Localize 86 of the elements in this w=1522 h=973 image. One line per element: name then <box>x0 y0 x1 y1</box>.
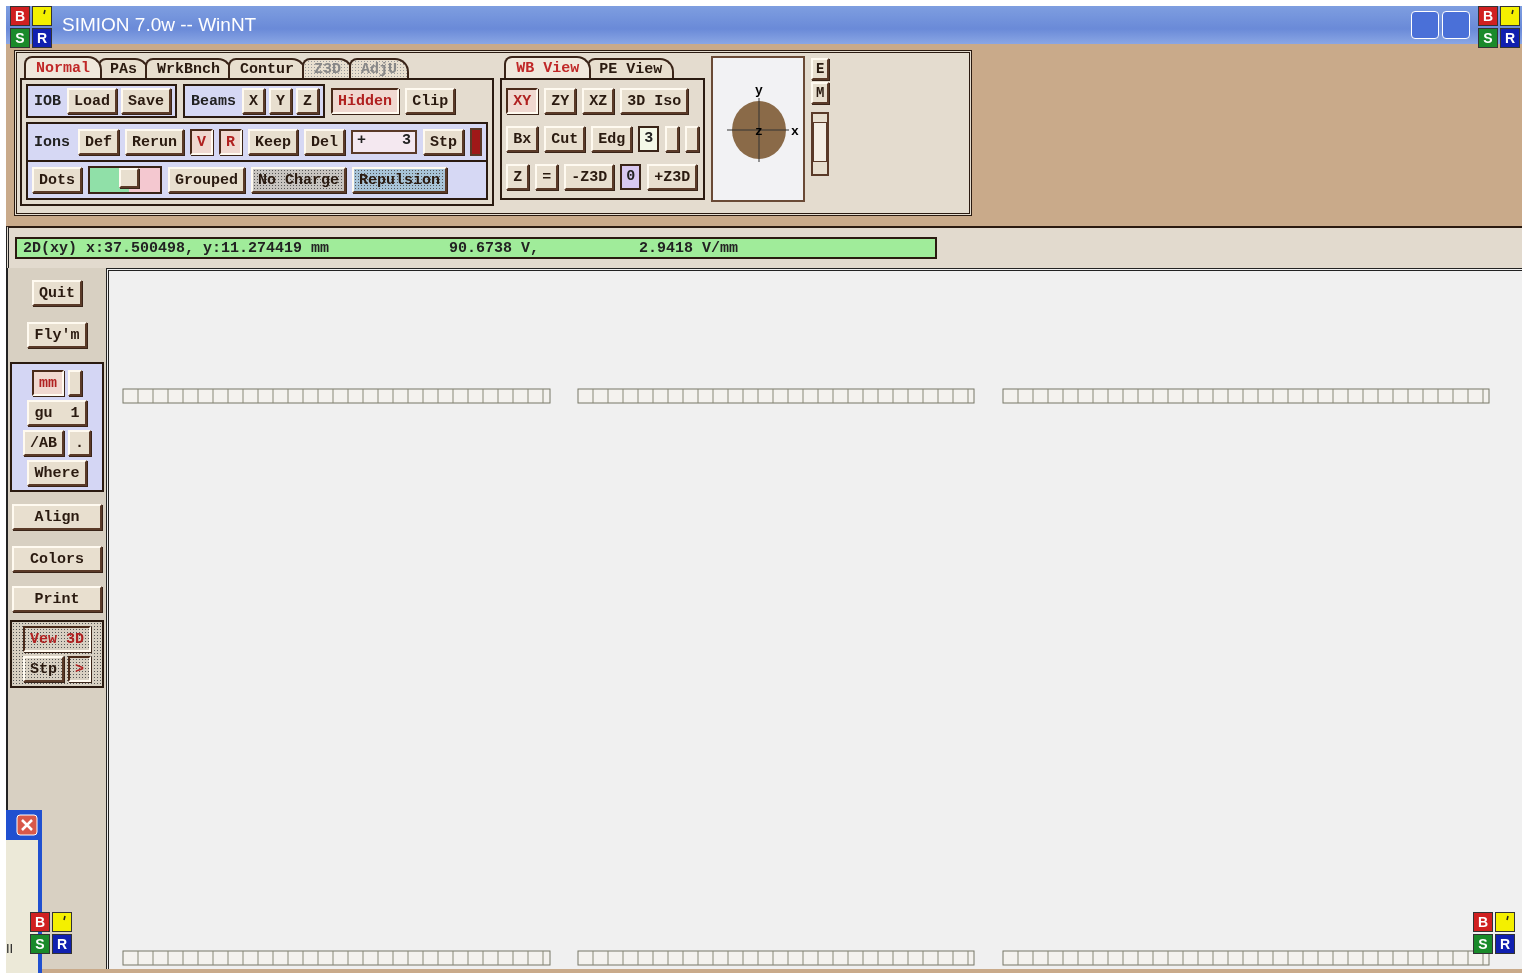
number-spinner[interactable]: + 3 <box>351 130 418 154</box>
status-text: 2D(xy) x:37.500498, y:11.274419 mm <box>23 239 330 257</box>
tool-button[interactable]: Def <box>78 129 120 155</box>
tool-button[interactable]: Z <box>296 88 320 114</box>
tool-button[interactable]: X <box>242 88 266 114</box>
marker-letter[interactable]: R <box>1495 934 1515 954</box>
tool-button[interactable]: Clip <box>405 88 456 114</box>
tool-button[interactable]: Load <box>67 88 118 114</box>
square-tick-icon[interactable] <box>52 912 72 932</box>
fragment-text: II <box>6 941 15 956</box>
tool-button[interactable]: Bx <box>506 126 539 152</box>
blank-button[interactable] <box>665 126 680 152</box>
marker-letter[interactable]: B <box>30 912 50 932</box>
marker-letter[interactable]: B <box>1473 912 1493 932</box>
marker-letter[interactable]: S <box>1473 934 1493 954</box>
tool-button[interactable]: Del <box>304 129 346 155</box>
side-button[interactable]: E <box>811 58 830 80</box>
number-field[interactable]: 3 <box>638 126 660 152</box>
tool-button[interactable]: Cut <box>544 126 586 152</box>
tool-button[interactable]: Y <box>269 88 293 114</box>
tool-button[interactable]: V <box>190 129 214 155</box>
marker-letter[interactable]: S <box>10 28 30 48</box>
group-label: Beams <box>190 92 238 110</box>
panel-tab[interactable]: WB View <box>504 56 592 78</box>
tool-button[interactable]: Rerun <box>125 129 185 155</box>
minimize-button[interactable] <box>1411 11 1439 39</box>
tool-button[interactable]: -Z3D <box>564 164 615 190</box>
tool-button[interactable]: = <box>535 164 559 190</box>
side-button[interactable]: M <box>811 82 830 104</box>
panel-tab[interactable]: Normal <box>24 56 102 78</box>
marker-letter[interactable]: R <box>52 934 72 954</box>
axis-label: x <box>791 124 799 139</box>
square-tick-icon[interactable] <box>32 6 52 26</box>
close-icon[interactable] <box>16 814 38 836</box>
number-field[interactable]: 0 <box>620 164 642 190</box>
tool-button[interactable]: Keep <box>248 129 299 155</box>
marker-letter[interactable]: R <box>1500 28 1520 48</box>
tool-button[interactable]: Z <box>506 164 530 190</box>
tool-button[interactable]: Stp <box>423 129 465 155</box>
maximize-button[interactable] <box>1442 11 1470 39</box>
tool-button[interactable]: XZ <box>582 88 615 114</box>
axis-compass-drawing[interactable] <box>726 97 790 163</box>
tool-button[interactable]: > <box>68 656 91 682</box>
tool-button[interactable]: Fly'm <box>27 322 87 348</box>
tool-button[interactable]: Where <box>27 460 87 486</box>
square-tick-icon[interactable] <box>1500 6 1520 26</box>
tool-button[interactable]: mm <box>32 370 64 396</box>
group-label: Ions <box>33 133 71 151</box>
tool-button[interactable]: +Z3D <box>647 164 698 190</box>
tool-button[interactable]: Print <box>12 586 102 612</box>
panel-tab[interactable]: PE View <box>587 58 675 78</box>
tool-button[interactable]: Save <box>121 88 172 114</box>
marker-letter[interactable]: B <box>10 6 30 26</box>
status-text: 90.6738 V, <box>449 239 540 257</box>
square-tick-icon[interactable] <box>1495 912 1515 932</box>
status-text: 2.9418 V/mm <box>639 239 739 257</box>
marker-letter[interactable]: R <box>32 28 52 48</box>
slider-thumb[interactable] <box>118 168 139 188</box>
axis-label: y <box>755 83 763 98</box>
axis-label: z <box>755 124 763 139</box>
tool-button[interactable]: Dots <box>32 167 82 193</box>
tool-button[interactable]: Colors <box>12 546 102 572</box>
tool-button[interactable]: /AB <box>23 430 64 456</box>
tool-button[interactable]: 3D Iso <box>620 88 689 114</box>
tool-button[interactable]: Edg <box>591 126 633 152</box>
tool-button[interactable]: gu 1 <box>27 400 87 426</box>
tool-button[interactable]: . <box>68 430 91 456</box>
marker-letter[interactable]: S <box>1478 28 1498 48</box>
tool-button[interactable]: Align <box>12 504 102 530</box>
tool-button[interactable]: Grouped <box>168 167 246 193</box>
tool-button[interactable]: XY <box>506 88 539 114</box>
blank-button[interactable] <box>685 126 700 152</box>
tool-button[interactable]: ZY <box>544 88 577 114</box>
tool-button[interactable]: R <box>219 129 243 155</box>
marker-letter[interactable]: S <box>30 934 50 954</box>
window-title: SIMION 7.0w -- WinNT <box>62 14 257 36</box>
group-label: IOB <box>33 92 62 110</box>
tool-button[interactable]: Vew 3D <box>23 626 91 652</box>
marker-letter[interactable]: B <box>1478 6 1498 26</box>
tool-button[interactable]: Stp <box>23 656 64 682</box>
tool-button[interactable]: Hidden <box>331 88 400 114</box>
toggle-button[interactable]: No Charge <box>251 167 347 193</box>
toggle-button[interactable]: Repulsion <box>352 167 448 193</box>
speed-slider[interactable] <box>88 166 162 194</box>
tool-button[interactable]: Quit <box>32 280 82 306</box>
blank-button[interactable] <box>68 370 82 396</box>
